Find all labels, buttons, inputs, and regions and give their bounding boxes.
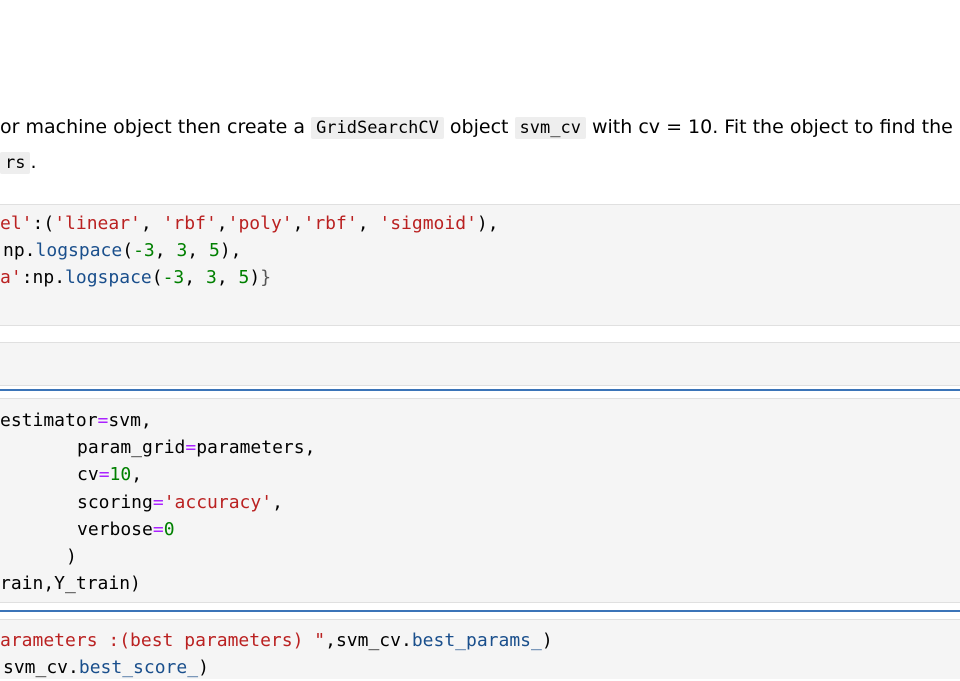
code-line: estimator=svm, [0,410,152,431]
code-line: cv=10, [77,464,143,485]
code-line: arameters :(best parameters) ",svm_cv.be… [0,630,553,651]
code-line: scoring='accuracy', [77,492,283,513]
code-cell-empty[interactable] [0,342,960,386]
inline-code-gridsearchcv: GridSearchCV [311,117,444,139]
markdown-line-2: rs. [0,150,37,175]
cell-separator [0,389,960,391]
code-cell-gridsearch[interactable]: estimator=svm, param_grid=parameters, cv… [0,398,960,603]
cell-separator [0,610,960,612]
markdown-line-1: or machine object then create a GridSear… [0,116,953,139]
code-line: np.logspace(-3, 3, 5), [3,240,242,261]
code-cell-print-results[interactable]: arameters :(best parameters) ",svm_cv.be… [0,619,960,679]
code-line: ) [66,546,77,567]
code-line: param_grid=parameters, [77,437,316,458]
code-line: verbose=0 [77,519,175,540]
code-line: el':('linear', 'rbf','poly','rbf', 'sigm… [0,213,499,234]
inline-code-svm-cv: svm_cv [514,117,586,139]
inline-code-parameters: rs [0,152,31,174]
code-line: rain,Y_train) [0,573,141,594]
code-line: a':np.logspace(-3, 3, 5)} [0,267,272,288]
code-cell-parameters[interactable]: el':('linear', 'rbf','poly','rbf', 'sigm… [0,204,960,326]
code-line: svm_cv.best_score_) [3,657,209,678]
